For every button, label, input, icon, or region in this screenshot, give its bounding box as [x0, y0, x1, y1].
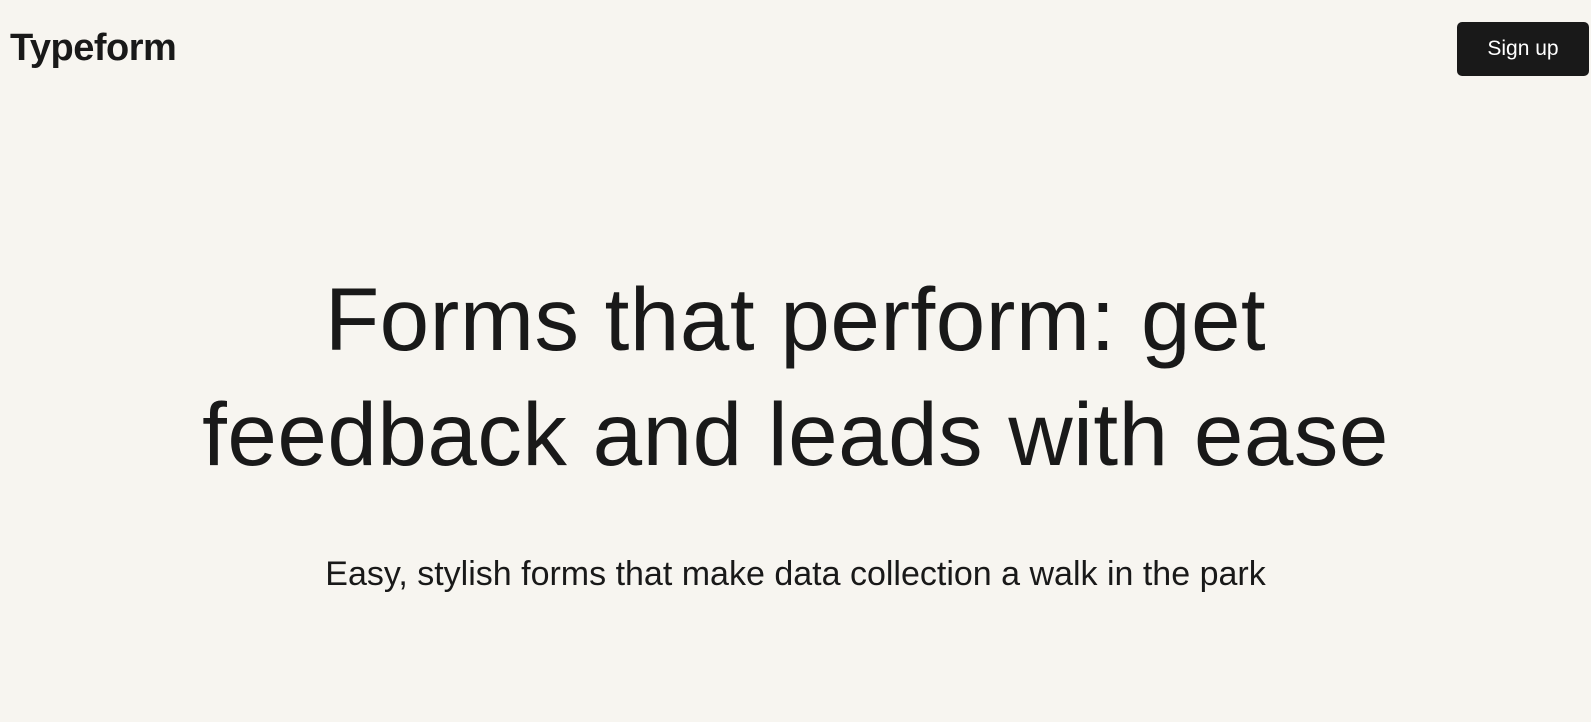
site-header: Typeform Sign up	[0, 0, 1591, 96]
hero-subheadline: Easy, stylish forms that make data colle…	[325, 555, 1266, 593]
sign-up-button[interactable]: Sign up	[1457, 22, 1589, 76]
hero-content: Forms that perform: get feedback and lea…	[0, 262, 1591, 492]
hero-headline: Forms that perform: get feedback and lea…	[202, 269, 1389, 484]
typeform-logo[interactable]: Typeform	[10, 26, 177, 70]
